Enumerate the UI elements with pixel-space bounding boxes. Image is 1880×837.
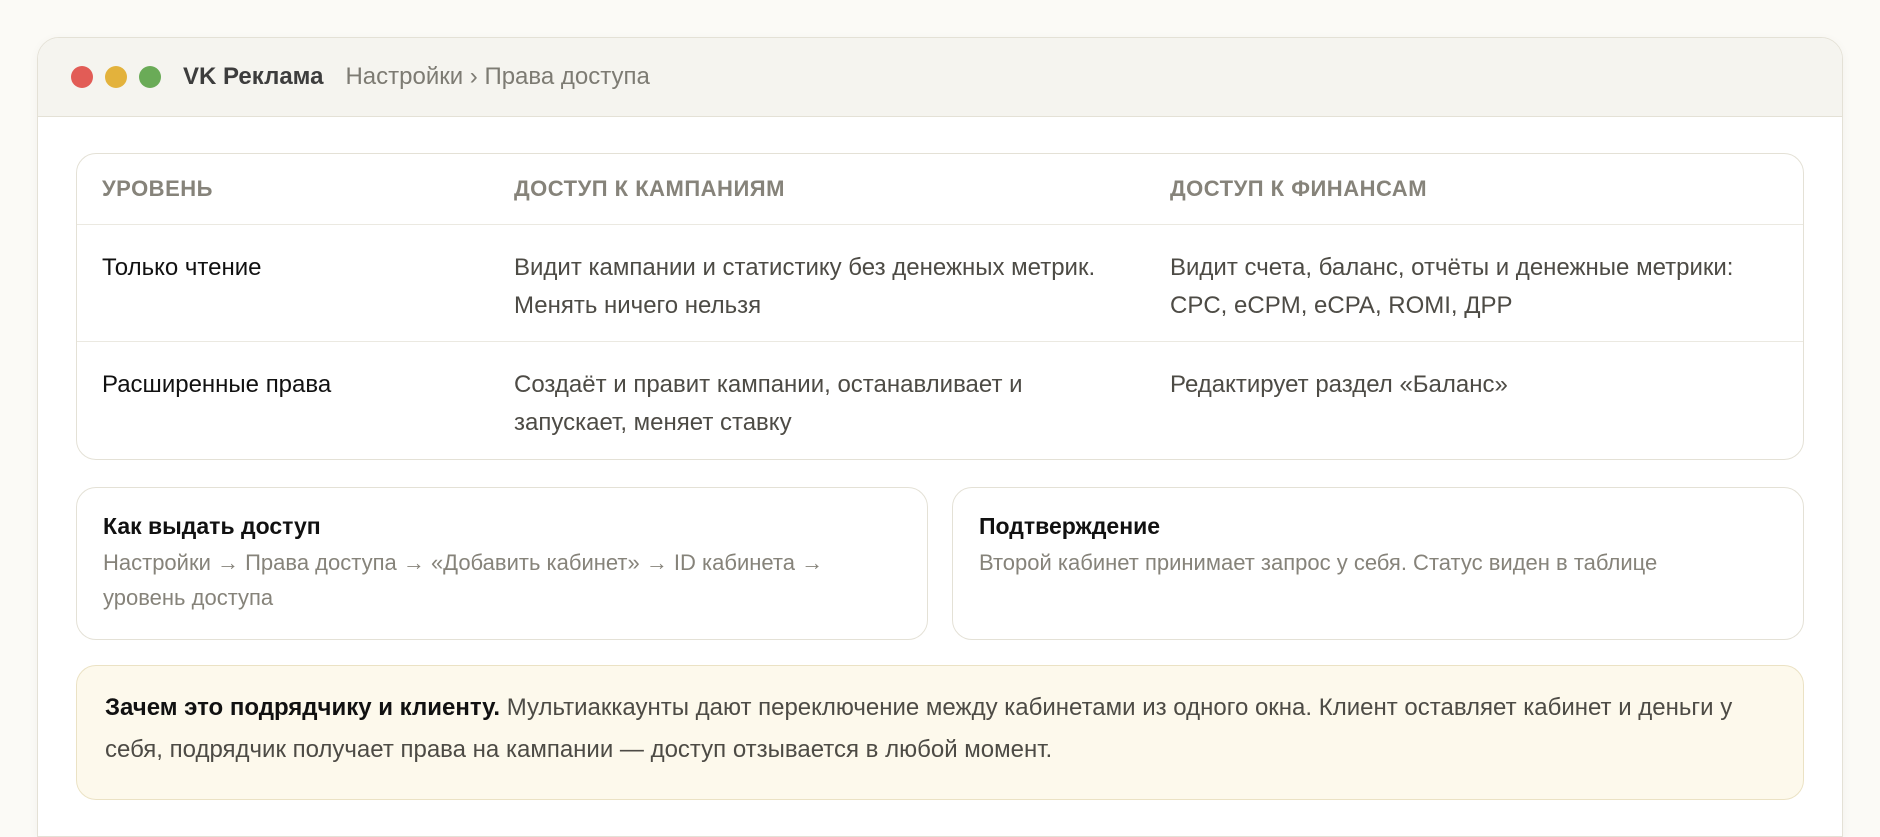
minimize-window-button[interactable] [105, 66, 127, 88]
main-content: УРОВЕНЬ ДОСТУП К КАМПАНИЯМ ДОСТУП К ФИНА… [38, 117, 1842, 800]
card-text: Второй кабинет принимает запрос у себя. … [979, 550, 1658, 575]
breadcrumb[interactable]: Настройки › Права доступа [345, 63, 649, 91]
access-levels-table: УРОВЕНЬ ДОСТУП К КАМПАНИЯМ ДОСТУП К ФИНА… [76, 153, 1804, 460]
table-row: Расширенные права Создаёт и правит кампа… [77, 342, 1803, 459]
card-title: Как выдать доступ [103, 513, 321, 539]
column-header-finance: ДОСТУП К ФИНАНСАМ [1170, 176, 1428, 201]
table-row: Только чтение Видит кампании и статистик… [77, 225, 1803, 342]
note-heading: Зачем это подрядчику и клиенту. [105, 694, 501, 721]
why-note: Зачем это подрядчику и клиенту. Мультиак… [76, 665, 1804, 800]
campaigns-access-cell: Создаёт и правит кампании, останавливает… [514, 371, 1023, 436]
info-cards: Как выдать доступ Настройки → Права дост… [76, 487, 1804, 640]
card-text: Настройки → Права доступа → «Добавить ка… [103, 550, 824, 610]
app-window: VK Реклама Настройки › Права доступа УРО… [37, 37, 1843, 837]
close-window-button[interactable] [71, 66, 93, 88]
level-cell: Расширенные права [102, 371, 332, 398]
column-header-level: УРОВЕНЬ [102, 176, 213, 201]
table-header-row: УРОВЕНЬ ДОСТУП К КАМПАНИЯМ ДОСТУП К ФИНА… [77, 154, 1803, 225]
column-header-campaigns: ДОСТУП К КАМПАНИЯМ [514, 176, 785, 201]
campaigns-access-cell: Видит кампании и статистику без денежных… [514, 254, 1096, 319]
how-to-grant-access-card: Как выдать доступ Настройки → Права дост… [76, 487, 928, 640]
title-bar: VK Реклама Настройки › Права доступа [38, 38, 1842, 117]
finance-access-cell: Редактирует раздел «Баланс» [1170, 371, 1508, 398]
card-title: Подтверждение [979, 513, 1161, 539]
confirmation-card: Подтверждение Второй кабинет принимает з… [952, 487, 1804, 640]
app-title: VK Реклама [183, 63, 324, 90]
maximize-window-button[interactable] [139, 66, 161, 88]
level-cell: Только чтение [102, 254, 262, 281]
finance-access-cell: Видит счета, баланс, отчёты и денежные м… [1170, 254, 1734, 319]
